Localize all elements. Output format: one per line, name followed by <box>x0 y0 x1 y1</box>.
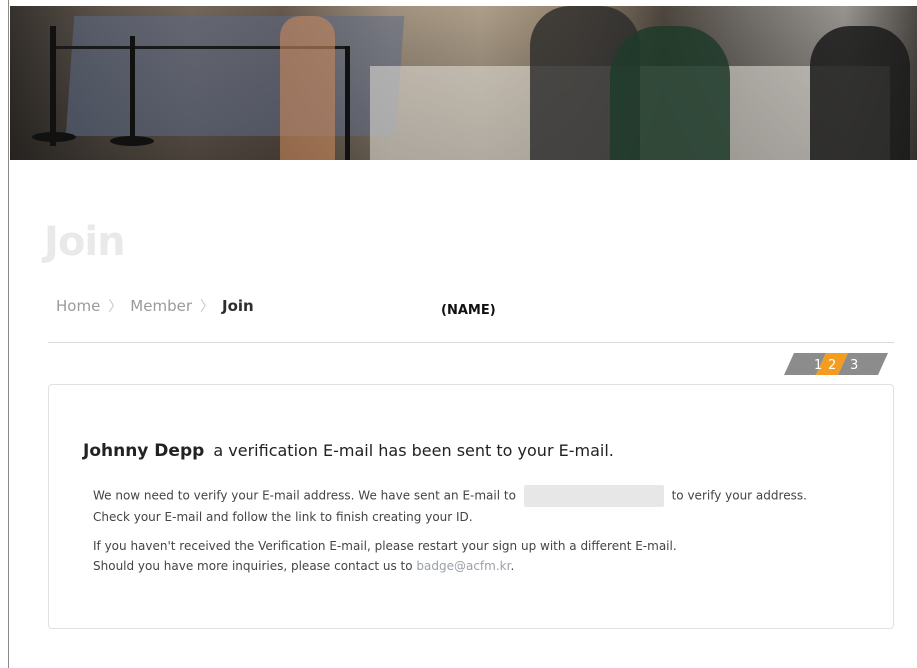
heading-text: a verification E-mail has been sent to y… <box>213 441 614 460</box>
step-3-label: 3 <box>850 358 858 373</box>
hero-pole <box>50 26 56 146</box>
paragraph-help: If you haven't received the Verification… <box>93 536 883 576</box>
breadcrumb-member[interactable]: Member <box>130 297 192 315</box>
verify-line-1-end: to verify your address. <box>671 488 807 503</box>
hero-pole <box>345 46 350 160</box>
help-line-2-start: Should you have more inquiries, please c… <box>93 559 413 573</box>
verify-line-1-start: We now need to verify your E-mail addres… <box>93 488 516 503</box>
card-heading: Johnny Depp a verification E-mail has be… <box>83 441 614 461</box>
hero-person <box>280 16 335 160</box>
hero-pole <box>130 36 135 146</box>
redacted-email-box <box>523 485 664 507</box>
hero-person <box>810 26 910 160</box>
page-title: Join <box>44 219 126 265</box>
hero-banner-image <box>10 6 917 160</box>
divider <box>48 342 894 343</box>
paragraph-verify: We now need to verify your E-mail addres… <box>93 485 883 527</box>
verify-line-2: Check your E-mail and follow the link to… <box>93 510 473 524</box>
step-indicator: 1 2 3 <box>784 353 888 375</box>
breadcrumb: Home 〉 Member 〉 Join <box>56 296 254 316</box>
step-2-label: 2 <box>828 358 836 373</box>
hero-person <box>610 26 730 160</box>
hero-pole-base <box>110 136 154 146</box>
name-annotation: (NAME) <box>441 303 496 318</box>
breadcrumb-home[interactable]: Home <box>56 297 100 315</box>
help-line-2-end: . <box>510 559 515 573</box>
chevron-right-icon: 〉 <box>108 299 123 315</box>
frame-edge <box>0 0 9 668</box>
contact-email-link[interactable]: badge@acfm.kr <box>416 559 510 573</box>
breadcrumb-current: Join <box>222 297 254 315</box>
card-body: We now need to verify your E-mail addres… <box>93 485 883 585</box>
help-line-1: If you haven't received the Verification… <box>93 539 677 553</box>
verification-message-card: Johnny Depp a verification E-mail has be… <box>48 384 894 629</box>
user-name: Johnny Depp <box>83 441 205 461</box>
hero-pole-base <box>32 132 76 142</box>
hero-backdrop-banner <box>65 16 405 136</box>
chevron-right-icon: 〉 <box>200 299 214 315</box>
step-1-label: 1 <box>814 358 822 373</box>
